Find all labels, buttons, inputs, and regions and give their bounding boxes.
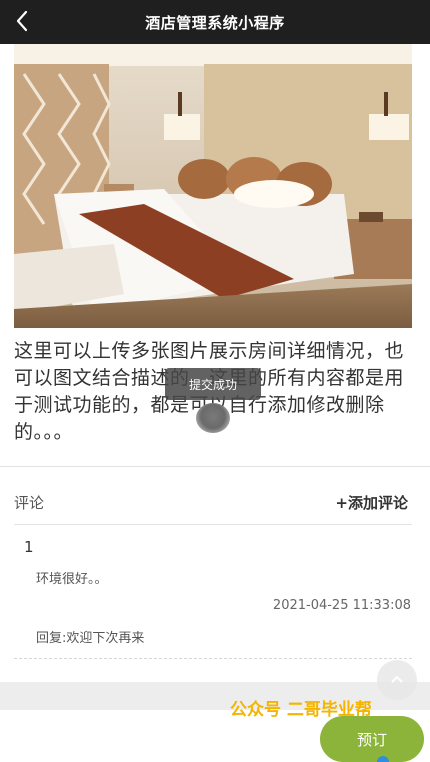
comment-reply: 回复:欢迎下次再来 xyxy=(36,631,145,646)
divider xyxy=(0,466,430,467)
page-title: 酒店管理系统小程序 xyxy=(145,13,285,32)
back-arrow-icon[interactable] xyxy=(8,6,38,36)
add-comment-button[interactable]: +添加评论 xyxy=(335,492,408,513)
comment-section-label: 评论 xyxy=(14,494,45,512)
navbar: 酒店管理系统小程序 xyxy=(0,0,430,44)
scroll-to-top-button[interactable] xyxy=(377,660,417,700)
room-photo xyxy=(14,44,412,328)
comment-content: 环境很好。。 xyxy=(36,572,108,587)
comment-header: 评论 +添加评论 xyxy=(14,490,412,514)
divider xyxy=(14,524,412,525)
comment-time: 2021-04-25 11:33:08 xyxy=(272,598,411,613)
status-dot-icon xyxy=(377,756,389,762)
comment-divider xyxy=(14,658,412,659)
loading-spinner-icon xyxy=(196,403,230,433)
arrow-up-icon xyxy=(391,675,403,683)
toast-message: 提交成功 xyxy=(165,368,261,400)
book-button[interactable]: 预订 xyxy=(320,716,424,762)
comment-user: 1 xyxy=(24,538,34,556)
